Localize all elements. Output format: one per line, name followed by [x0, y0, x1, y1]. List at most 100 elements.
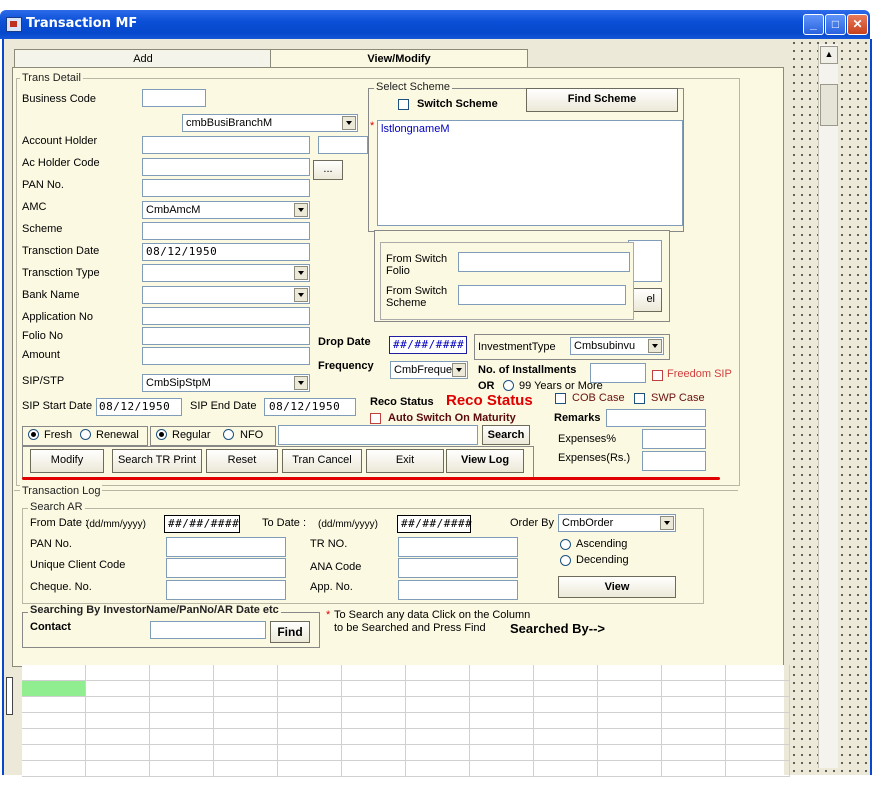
grid-cell[interactable] [214, 761, 278, 777]
tr-no-input[interactable] [398, 537, 518, 557]
grid-cell[interactable] [86, 681, 150, 697]
search-button[interactable]: Search [482, 425, 530, 445]
fresh-radio[interactable] [28, 429, 39, 440]
grid-cell[interactable] [726, 713, 790, 729]
view-button[interactable]: View [558, 576, 676, 598]
regular-radio[interactable] [156, 429, 167, 440]
years-99-radio[interactable] [503, 380, 514, 391]
grid-cell[interactable] [278, 665, 342, 681]
grid-cell[interactable] [86, 713, 150, 729]
chevron-down-icon[interactable] [452, 363, 466, 377]
grid-cell[interactable] [726, 745, 790, 761]
grid-cell[interactable] [22, 665, 86, 681]
descending-radio[interactable] [560, 555, 571, 566]
grid-cell[interactable] [22, 761, 86, 777]
remarks-input[interactable] [606, 409, 706, 427]
log-pan-input[interactable] [166, 537, 286, 557]
grid-cell[interactable] [150, 761, 214, 777]
scroll-up-arrow-icon[interactable]: ▲ [820, 46, 838, 64]
ucc-input[interactable] [166, 558, 286, 578]
order-by-combo[interactable]: CmbOrder [558, 514, 676, 532]
vertical-scrollbar[interactable]: ▲ [818, 44, 838, 768]
nfo-radio[interactable] [223, 429, 234, 440]
grid-cell[interactable] [470, 697, 534, 713]
grid-cell[interactable] [470, 713, 534, 729]
grid-cell[interactable] [406, 729, 470, 745]
grid-cell[interactable] [406, 665, 470, 681]
grid-cell[interactable] [22, 713, 86, 729]
grid-cell[interactable] [86, 665, 150, 681]
minimize-button[interactable]: _ [803, 14, 824, 35]
grid-cell[interactable] [406, 681, 470, 697]
grid-cell[interactable] [150, 681, 214, 697]
grid-cell[interactable] [470, 665, 534, 681]
grid-cell[interactable] [214, 745, 278, 761]
find-scheme-button[interactable]: Find Scheme [526, 88, 678, 112]
grid-cell[interactable] [278, 729, 342, 745]
branch-combo[interactable]: cmbBusiBranchM [182, 114, 358, 132]
tab-view-modify[interactable]: View/Modify [270, 49, 528, 68]
grid-cell[interactable] [534, 745, 598, 761]
grid-cell[interactable] [534, 761, 598, 777]
grid-cell[interactable] [662, 681, 726, 697]
search-input[interactable] [278, 425, 478, 445]
grid-cell[interactable] [278, 745, 342, 761]
grid-cell[interactable] [278, 761, 342, 777]
from-switch-folio-input[interactable] [458, 252, 630, 272]
grid-cell[interactable] [22, 729, 86, 745]
grid-cell[interactable] [86, 697, 150, 713]
grid-cell[interactable] [214, 713, 278, 729]
expenses-rs-input[interactable] [642, 451, 706, 471]
grid-cell[interactable] [726, 761, 790, 777]
amc-combo[interactable]: CmbAmcM [142, 201, 310, 219]
grid-cell[interactable] [342, 761, 406, 777]
grid-cell[interactable] [662, 761, 726, 777]
grid-cell[interactable] [662, 745, 726, 761]
grid-cell[interactable] [534, 729, 598, 745]
auto-switch-checkbox[interactable] [370, 413, 381, 424]
scroll-thumb[interactable] [820, 84, 838, 126]
folio-no-input[interactable] [142, 327, 310, 345]
from-date-input[interactable]: ##/##/#### [164, 515, 240, 533]
account-holder-input[interactable] [142, 136, 310, 154]
grid-cell[interactable] [406, 745, 470, 761]
grid-cell[interactable] [662, 713, 726, 729]
grid-cell[interactable] [726, 665, 790, 681]
grid-cell[interactable] [150, 665, 214, 681]
account-holder-extra-input[interactable] [318, 136, 368, 154]
grid-cell[interactable] [406, 713, 470, 729]
grid-cell[interactable] [342, 681, 406, 697]
grid-cell[interactable] [726, 681, 790, 697]
grid-cell[interactable] [86, 745, 150, 761]
grid-cell[interactable] [86, 729, 150, 745]
grid-cell[interactable] [214, 665, 278, 681]
grid-cell[interactable] [598, 745, 662, 761]
grid-cell[interactable] [534, 665, 598, 681]
grid-cell[interactable] [22, 681, 86, 697]
swp-case-checkbox[interactable] [634, 393, 645, 404]
grid-cell[interactable] [598, 761, 662, 777]
scheme-listbox[interactable]: lstlongnameM [377, 120, 683, 226]
sip-start-date-input[interactable]: 08/12/1950 [96, 398, 182, 416]
cob-case-checkbox[interactable] [555, 393, 566, 404]
grid-cell[interactable] [214, 697, 278, 713]
data-grid[interactable] [22, 665, 790, 777]
chevron-down-icon[interactable] [294, 376, 308, 390]
reset-button[interactable]: Reset [206, 449, 278, 473]
sip-end-date-input[interactable]: 08/12/1950 [264, 398, 356, 416]
browse-button[interactable]: ... [313, 160, 343, 180]
grid-cell[interactable] [86, 761, 150, 777]
search-tr-print-button[interactable]: Search TR Print [112, 449, 202, 473]
business-code-input[interactable] [142, 89, 206, 107]
freedom-sip-checkbox[interactable] [652, 370, 663, 381]
chevron-down-icon[interactable] [660, 516, 674, 530]
scheme-list-item[interactable]: lstlongnameM [381, 123, 449, 135]
grid-cell[interactable] [22, 697, 86, 713]
grid-cell[interactable] [534, 697, 598, 713]
chevron-down-icon[interactable] [342, 116, 356, 130]
grid-cell[interactable] [598, 665, 662, 681]
grid-cell[interactable] [150, 713, 214, 729]
grid-splitter-handle[interactable] [6, 677, 13, 715]
grid-cell[interactable] [726, 729, 790, 745]
modify-button[interactable]: Modify [30, 449, 104, 473]
